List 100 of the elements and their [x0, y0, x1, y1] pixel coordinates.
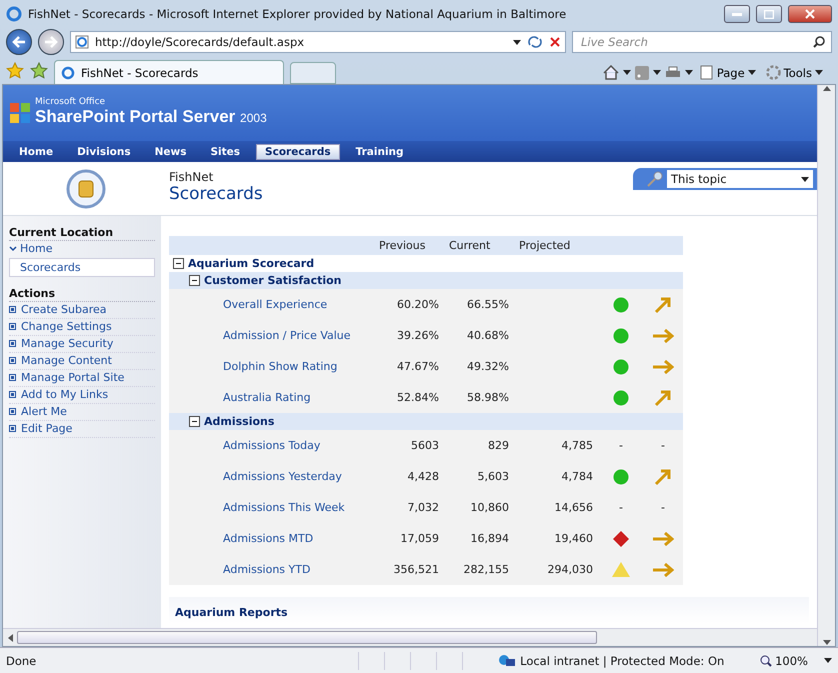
collapse-icon[interactable] — [189, 416, 200, 427]
table-cell-text: 60.20% — [396, 297, 440, 313]
bullet-icon — [9, 374, 16, 381]
action-link[interactable]: Alert Me — [9, 404, 155, 421]
chevron-down-icon — [9, 246, 17, 252]
metric-name[interactable]: Admissions Today — [169, 430, 375, 461]
browser-tab[interactable]: FishNet - Scorecards — [54, 60, 284, 84]
dropdown-caret-icon[interactable] — [513, 40, 521, 44]
action-link[interactable]: Manage Portal Site — [9, 370, 155, 387]
minimize-icon — [732, 12, 742, 16]
favorites-star-icon[interactable] — [6, 62, 24, 80]
nav-tab[interactable]: Divisions — [69, 144, 139, 160]
table-cell-text: 7,032 — [406, 500, 440, 516]
table-cell-text: 14,656 — [554, 500, 594, 516]
sidebar-heading: Current Location — [9, 226, 155, 241]
page-icon — [75, 35, 89, 49]
nav-tab[interactable]: News — [146, 144, 194, 160]
back-button[interactable] — [6, 29, 32, 55]
reports-heading: Aquarium Reports — [175, 606, 288, 619]
page-title: Scorecards — [169, 184, 264, 204]
scroll-left-icon[interactable] — [7, 634, 13, 642]
collapse-icon[interactable] — [173, 258, 184, 269]
gear-icon — [766, 65, 781, 80]
action-link[interactable]: Manage Content — [9, 353, 155, 370]
empty-trend: - — [661, 439, 665, 452]
metric-name[interactable]: Dolphin Show Rating — [169, 351, 375, 382]
table-cell-text: 4,785 — [560, 438, 594, 454]
maximize-icon — [764, 10, 774, 18]
dropdown-caret-icon[interactable] — [801, 176, 809, 182]
sidebar-heading: Actions — [9, 287, 155, 302]
nav-tab[interactable]: Training — [348, 144, 412, 160]
table-cell-text: 829 — [487, 438, 510, 454]
bullet-icon — [9, 340, 16, 347]
dropdown-caret-icon[interactable] — [824, 658, 832, 663]
search-input[interactable]: Live Search — [579, 34, 813, 50]
bullet-icon — [9, 408, 16, 415]
minimize-button[interactable] — [724, 5, 750, 23]
dropdown-caret-icon[interactable] — [684, 70, 693, 75]
maximize-button[interactable] — [756, 5, 782, 23]
page-icon — [700, 65, 714, 80]
nav-tab[interactable]: Scorecards — [256, 144, 340, 160]
add-favorite-icon[interactable] — [30, 62, 48, 80]
bullet-icon — [9, 425, 16, 432]
home-link[interactable]: Home — [9, 241, 155, 256]
table-cell-text: 5603 — [410, 438, 440, 454]
empty-trend: - — [661, 501, 665, 514]
zoom-icon[interactable] — [760, 654, 772, 666]
refresh-icon[interactable] — [527, 35, 543, 49]
metric-name[interactable]: Admissions Yesterday — [169, 461, 375, 492]
metric-name[interactable]: Admissions This Week — [169, 492, 375, 523]
column-header: Projected — [518, 238, 572, 254]
table-cell-text: 19,460 — [554, 531, 594, 547]
collapse-icon[interactable] — [189, 275, 200, 286]
zoom-level[interactable]: 100% — [775, 654, 808, 668]
address-field[interactable]: http://doyle/Scorecards/default.aspx — [70, 31, 566, 53]
empty-status: - — [619, 501, 623, 514]
forward-button[interactable] — [38, 29, 64, 55]
action-link[interactable]: Change Settings — [9, 319, 155, 336]
bullet-icon — [9, 357, 16, 364]
action-link[interactable]: Create Subarea — [9, 302, 155, 319]
metric-name[interactable]: Admissions YTD — [169, 554, 375, 585]
horizontal-scrollbar[interactable] — [3, 628, 817, 646]
home-icon[interactable] — [602, 65, 619, 80]
table-cell-text: 49.32% — [466, 359, 510, 375]
dropdown-caret-icon[interactable] — [652, 70, 661, 75]
scroll-up-icon[interactable] — [822, 85, 830, 91]
page-menu[interactable]: Page — [696, 65, 759, 80]
site-name: FishNet — [169, 170, 214, 184]
dropdown-caret-icon[interactable] — [748, 70, 756, 75]
printer-icon[interactable] — [664, 66, 681, 80]
table-cell-text: 4,784 — [560, 469, 594, 485]
browser-logo-icon — [6, 6, 22, 22]
action-link[interactable]: Edit Page — [9, 421, 155, 438]
action-link[interactable]: Add to My Links — [9, 387, 155, 404]
metric-name[interactable]: Overall Experience — [169, 289, 375, 320]
search-icon[interactable] — [813, 36, 825, 48]
nav-tab[interactable]: Home — [11, 144, 62, 160]
table-cell-text: 40.68% — [466, 328, 510, 344]
table-cell-text: 66.55% — [466, 297, 510, 313]
metric-name[interactable]: Admissions MTD — [169, 523, 375, 554]
dropdown-caret-icon[interactable] — [815, 70, 823, 75]
scope-dropdown[interactable]: This topic — [667, 170, 813, 188]
dropdown-caret-icon[interactable] — [622, 70, 631, 75]
action-link[interactable]: Manage Security — [9, 336, 155, 353]
browser-logo-icon — [61, 66, 75, 80]
search-field[interactable]: Live Search — [572, 31, 832, 53]
empty-status: - — [619, 439, 623, 452]
nav-tab[interactable]: Sites — [202, 144, 248, 160]
status-text: Done — [6, 654, 38, 668]
scrollbar-thumb[interactable] — [17, 631, 597, 644]
metric-name[interactable]: Australia Rating — [169, 382, 375, 413]
sidebar-item[interactable]: Scorecards — [9, 258, 155, 277]
metric-name[interactable]: Admission / Price Value — [169, 320, 375, 351]
stop-icon[interactable] — [549, 36, 561, 48]
vertical-scrollbar[interactable] — [817, 85, 835, 646]
bullet-icon — [9, 323, 16, 330]
close-button[interactable] — [788, 5, 832, 23]
table-cell-text: 294,030 — [546, 562, 594, 578]
tools-menu[interactable]: Tools — [762, 65, 826, 80]
group-title: Customer Satisfaction — [204, 274, 342, 287]
